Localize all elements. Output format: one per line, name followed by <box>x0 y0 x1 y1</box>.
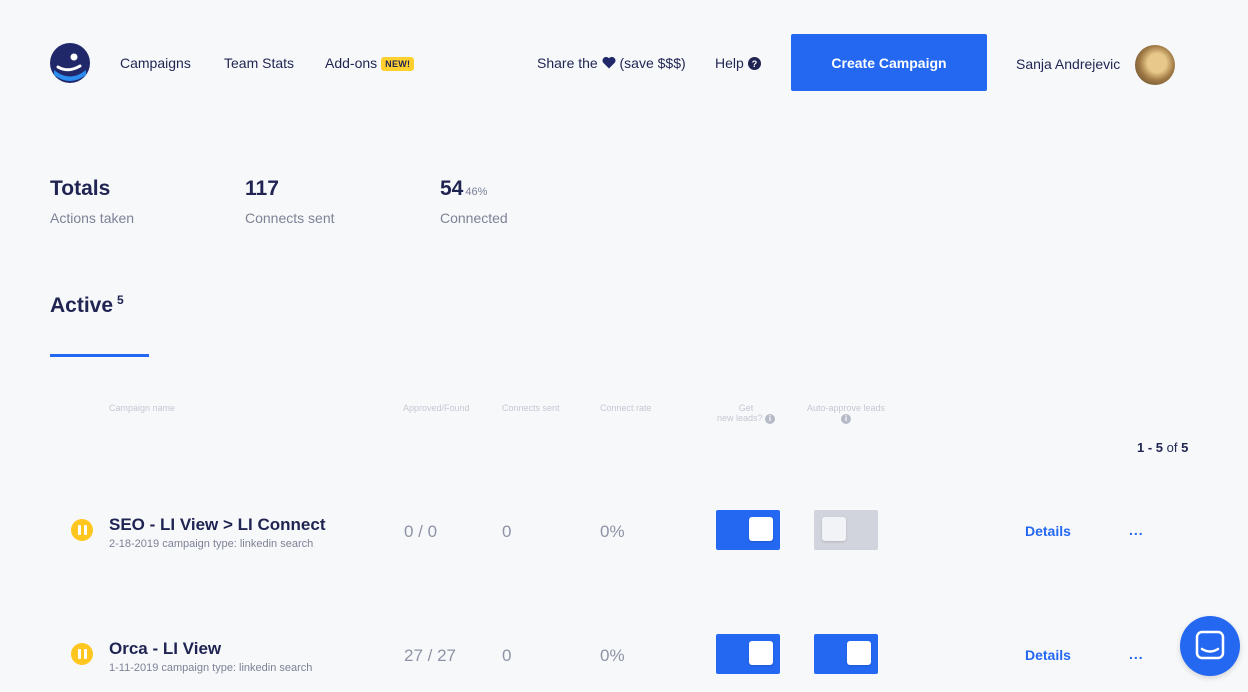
pagination-of: of <box>1166 440 1178 455</box>
help-label: Help <box>715 55 744 71</box>
new-leads-toggle[interactable] <box>716 634 780 674</box>
connect-rate-value: 0% <box>600 646 625 665</box>
pagination-total: 5 <box>1181 440 1189 455</box>
connects-sent-value: 0 <box>502 646 512 665</box>
connects-sent-value: 0 <box>502 522 512 541</box>
auto-approve-toggle[interactable] <box>814 510 878 550</box>
help-link[interactable]: Help ? <box>715 55 761 71</box>
help-icon: ? <box>747 57 761 70</box>
info-icon[interactable]: i <box>841 413 851 424</box>
user-name[interactable]: Sanja Andrejevic <box>1016 56 1120 72</box>
col-campaign-name: Campaign name <box>109 403 176 413</box>
share-link[interactable]: Share the (save $$$) <box>537 55 686 71</box>
pagination: 1 - 5 of 5 <box>1137 440 1188 455</box>
campaign-name[interactable]: Orca - LI View <box>109 639 221 659</box>
col-get-new-leads-line2: new leads? <box>716 413 763 423</box>
approved-found-value: 27 / 27 <box>404 646 456 665</box>
stat-connected-pct: 46% <box>465 186 488 198</box>
section-title: Active <box>50 294 114 317</box>
stat-totals-value: Totals <box>50 177 111 200</box>
col-auto-approve-label: Auto-approve leads <box>806 403 886 413</box>
col-connect-rate: Connect rate <box>600 403 652 413</box>
pause-icon[interactable] <box>71 519 93 541</box>
col-get-new-leads: Get new leads? i <box>708 403 784 424</box>
pause-icon[interactable] <box>71 643 93 665</box>
stat-connected-label: Connected <box>440 210 508 226</box>
col-auto-approve: Auto-approve leads i <box>800 403 892 424</box>
tab-active[interactable]: Active 5 <box>50 293 124 318</box>
share-prefix: Share the <box>537 55 598 71</box>
connect-rate-value: 0% <box>600 522 625 541</box>
stat-connects-sent-value: 117 <box>245 177 279 200</box>
campaign-subtitle: 2-18-2019 campaign type: linkedin search <box>109 538 314 550</box>
new-badge: NEW! <box>381 57 415 71</box>
new-leads-toggle[interactable] <box>716 510 780 550</box>
auto-approve-toggle[interactable] <box>814 634 878 674</box>
nav-campaigns[interactable]: Campaigns <box>120 55 191 71</box>
section-count: 5 <box>117 293 124 307</box>
logo-icon[interactable] <box>50 43 90 83</box>
heart-icon <box>602 56 616 69</box>
campaign-subtitle: 1-11-2019 campaign type: linkedin search <box>109 662 313 674</box>
stat-connects-sent-label: Connects sent <box>245 210 335 226</box>
nav-add-ons-label: Add-ons <box>325 55 378 71</box>
col-approved-found: Approved/Found <box>403 403 470 413</box>
more-menu-button[interactable]: ... <box>1129 646 1144 662</box>
more-menu-button[interactable]: ... <box>1129 522 1144 538</box>
stat-connected-value: 54 <box>440 177 464 200</box>
details-link[interactable]: Details <box>1025 523 1071 539</box>
approved-found-value: 0 / 0 <box>404 522 438 541</box>
col-get-new-leads-line1: Get <box>738 403 754 413</box>
create-campaign-button[interactable]: Create Campaign <box>791 34 987 91</box>
nav-add-ons[interactable]: Add-ons NEW! <box>325 55 415 71</box>
share-suffix: (save $$$) <box>619 55 686 71</box>
stat-totals-label: Actions taken <box>50 210 135 226</box>
chat-button[interactable] <box>1180 616 1240 676</box>
stat-connects-sent: 117 Connects sent <box>245 177 335 226</box>
avatar[interactable] <box>1135 45 1175 85</box>
col-connects-sent: Connects sent <box>502 403 560 413</box>
active-tab-underline <box>50 354 149 357</box>
pagination-range: 1 - 5 <box>1137 440 1164 455</box>
stat-connected: 54 46% Connected <box>440 177 508 226</box>
info-icon[interactable]: i <box>765 413 776 424</box>
stat-totals: Totals Actions taken <box>50 177 134 226</box>
nav-team-stats[interactable]: Team Stats <box>224 55 294 71</box>
chat-icon <box>1195 630 1225 660</box>
campaign-name[interactable]: SEO - LI View > LI Connect <box>109 515 325 535</box>
svg-text:?: ? <box>751 59 757 69</box>
details-link[interactable]: Details <box>1025 647 1071 663</box>
